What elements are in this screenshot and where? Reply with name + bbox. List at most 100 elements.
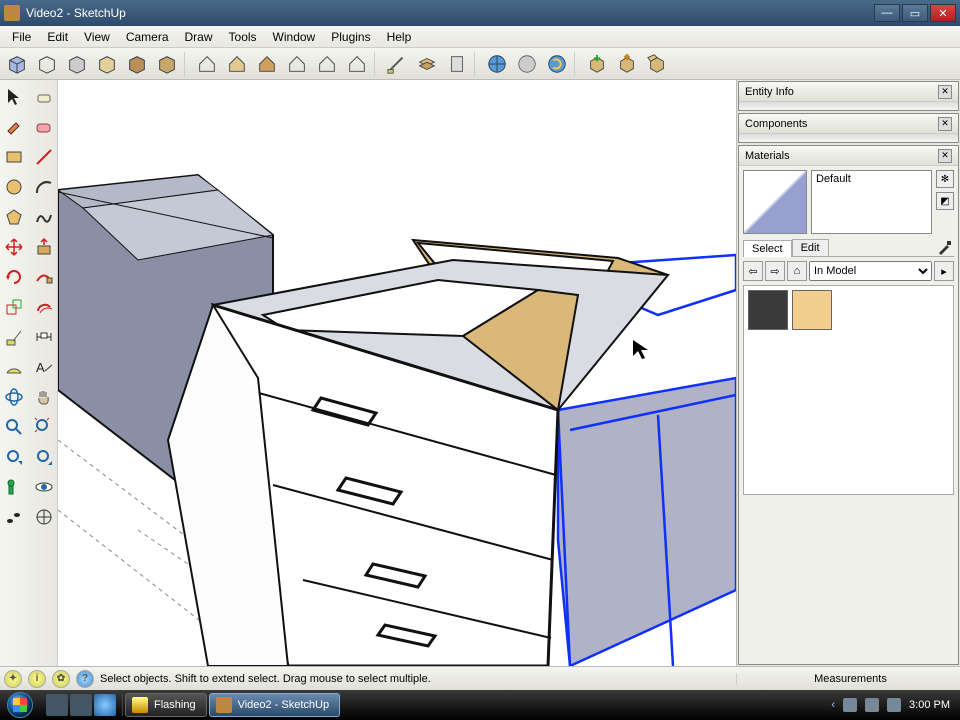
minimize-button[interactable]: ―	[874, 4, 900, 22]
globe-icon[interactable]	[484, 51, 510, 77]
circle-tool-icon[interactable]	[1, 174, 27, 200]
next-tool-icon[interactable]	[31, 444, 57, 470]
box-open-icon[interactable]	[644, 51, 670, 77]
status-user-icon[interactable]: ✿	[52, 670, 70, 688]
default-material-button[interactable]: ◩	[936, 192, 954, 210]
menu-view[interactable]: View	[76, 28, 118, 46]
panel-components-title[interactable]: Components	[745, 118, 938, 130]
tray-volume-icon[interactable]	[887, 698, 901, 712]
status-help-icon[interactable]: ?	[76, 670, 94, 688]
select-tool-icon[interactable]	[1, 84, 27, 110]
zoom-tool-icon[interactable]	[1, 414, 27, 440]
status-info-icon[interactable]: i	[28, 670, 46, 688]
materials-library-select[interactable]: In Model	[809, 261, 932, 281]
maximize-button[interactable]: ▭	[902, 4, 928, 22]
panel-materials-close[interactable]: ✕	[938, 149, 952, 163]
section-tool-icon[interactable]	[31, 504, 57, 530]
position-camera-icon[interactable]	[1, 474, 27, 500]
eyedropper-icon[interactable]	[936, 238, 954, 256]
pushpull-tool-icon[interactable]	[31, 234, 57, 260]
materials-home-button[interactable]: ⌂	[787, 261, 807, 281]
box-up-icon[interactable]	[614, 51, 640, 77]
shape-textured-icon[interactable]	[124, 51, 150, 77]
box-down-icon[interactable]	[584, 51, 610, 77]
tape-tool-icon[interactable]	[1, 324, 27, 350]
protractor-tool-icon[interactable]	[1, 354, 27, 380]
quick-launch-desktop-icon[interactable]	[46, 694, 68, 716]
menu-file[interactable]: File	[4, 28, 39, 46]
taskbar-button-sketchup[interactable]: Video2 - SketchUp	[209, 693, 341, 717]
move-tool-icon[interactable]	[1, 234, 27, 260]
materials-menu-button[interactable]: ▸	[934, 261, 954, 281]
shape-cube-icon[interactable]	[4, 51, 30, 77]
look-around-icon[interactable]	[31, 474, 57, 500]
menu-draw[interactable]: Draw	[177, 28, 221, 46]
line-tool-icon[interactable]	[31, 144, 57, 170]
tray-icon-2[interactable]	[865, 698, 879, 712]
scale-tool-icon[interactable]	[1, 294, 27, 320]
menu-tools[interactable]: Tools	[221, 28, 265, 46]
freehand-tool-icon[interactable]	[31, 204, 57, 230]
create-material-button[interactable]: ✻	[936, 170, 954, 188]
house-1-icon[interactable]	[194, 51, 220, 77]
material-preview-swatch[interactable]	[743, 170, 807, 234]
shape-shaded-icon[interactable]	[94, 51, 120, 77]
house-2-icon[interactable]	[224, 51, 250, 77]
viewport-3d[interactable]	[58, 80, 736, 666]
erase-pink-icon[interactable]	[31, 114, 57, 140]
followme-tool-icon[interactable]	[31, 264, 57, 290]
walk-tool-icon[interactable]	[1, 504, 27, 530]
shape-mono-icon[interactable]	[154, 51, 180, 77]
quick-launch-switch-icon[interactable]	[70, 694, 92, 716]
menu-help[interactable]: Help	[379, 28, 420, 46]
house-5-icon[interactable]	[314, 51, 340, 77]
globe-toggle-icon[interactable]	[514, 51, 540, 77]
globe-refresh-icon[interactable]	[544, 51, 570, 77]
panel-components: Components ✕	[738, 113, 959, 143]
offset-tool-icon[interactable]	[31, 294, 57, 320]
paste-icon[interactable]	[444, 51, 470, 77]
quick-launch-ie-icon[interactable]	[94, 694, 116, 716]
tape-icon[interactable]	[384, 51, 410, 77]
menu-edit[interactable]: Edit	[39, 28, 76, 46]
taskbar-button-flashing[interactable]: Flashing	[125, 693, 207, 717]
material-name-field[interactable]: Default	[811, 170, 932, 234]
house-4-icon[interactable]	[284, 51, 310, 77]
paint-tool-icon[interactable]	[1, 114, 27, 140]
materials-forward-button[interactable]: ⇨	[765, 261, 785, 281]
panel-components-close[interactable]: ✕	[938, 117, 952, 131]
arc-tool-icon[interactable]	[31, 174, 57, 200]
close-button[interactable]: ✕	[930, 4, 956, 22]
shape-hidden-icon[interactable]	[64, 51, 90, 77]
house-6-icon[interactable]	[344, 51, 370, 77]
text-tool-icon[interactable]: A	[31, 354, 57, 380]
zoom-extents-icon[interactable]	[31, 414, 57, 440]
materials-back-button[interactable]: ⇦	[743, 261, 763, 281]
materials-tab-edit[interactable]: Edit	[792, 239, 829, 256]
menu-camera[interactable]: Camera	[118, 28, 177, 46]
rotate-tool-icon[interactable]	[1, 264, 27, 290]
materials-tab-select[interactable]: Select	[743, 240, 792, 257]
tray-clock[interactable]: 3:00 PM	[909, 699, 950, 711]
menu-plugins[interactable]: Plugins	[323, 28, 378, 46]
tray-expand-icon[interactable]: ‹	[831, 699, 835, 711]
start-button[interactable]	[2, 690, 38, 720]
shape-wire-icon[interactable]	[34, 51, 60, 77]
orbit-tool-icon[interactable]	[1, 384, 27, 410]
material-swatch-dark-gray[interactable]	[748, 290, 788, 330]
pan-tool-icon[interactable]	[31, 384, 57, 410]
house-3-icon[interactable]	[254, 51, 280, 77]
material-swatch-wood-tan[interactable]	[792, 290, 832, 330]
previous-tool-icon[interactable]	[1, 444, 27, 470]
rectangle-tool-icon[interactable]	[1, 144, 27, 170]
dimension-tool-icon[interactable]	[31, 324, 57, 350]
eraser-tool-icon[interactable]	[31, 84, 57, 110]
status-tip-icon[interactable]: ✦	[4, 670, 22, 688]
panel-materials-title[interactable]: Materials	[745, 150, 938, 162]
polygon-tool-icon[interactable]	[1, 204, 27, 230]
menu-window[interactable]: Window	[265, 28, 324, 46]
panel-entity-info-title[interactable]: Entity Info	[745, 86, 938, 98]
layers-icon[interactable]	[414, 51, 440, 77]
panel-entity-info-close[interactable]: ✕	[938, 85, 952, 99]
tray-icon-1[interactable]	[843, 698, 857, 712]
